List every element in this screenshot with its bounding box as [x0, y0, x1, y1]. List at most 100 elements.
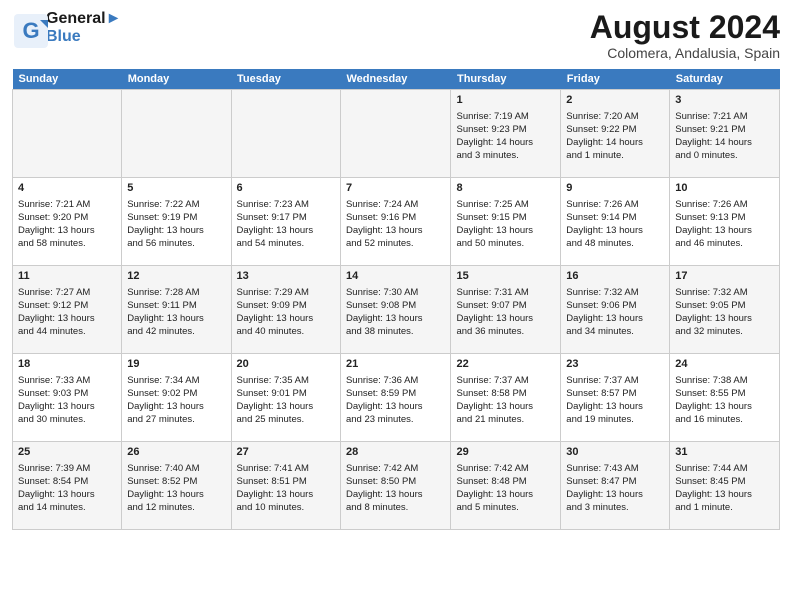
month-year: August 2024 [590, 10, 780, 45]
day-info: Sunrise: 7:27 AM [18, 286, 116, 299]
day-cell-18: 18Sunrise: 7:33 AMSunset: 9:03 PMDayligh… [13, 354, 122, 442]
day-number: 11 [18, 269, 116, 284]
day-info: Sunset: 9:15 PM [456, 211, 555, 224]
day-cell-13: 13 Sunrise: 7:29 AMSunset: 9:09 PMDayligh… [231, 266, 340, 354]
day-info: Sunset: 8:48 PM [456, 475, 555, 488]
day-info: Sunrise: 7:26 AM [675, 198, 774, 211]
day-cell-9: 9Sunrise: 7:26 AMSunset: 9:14 PMDaylight… [561, 178, 670, 266]
day-info: Daylight: 13 hours [127, 488, 225, 501]
day-cell-25: 25Sunrise: 7:39 AMSunset: 8:54 PMDayligh… [13, 442, 122, 530]
day-info: Daylight: 13 hours [346, 488, 446, 501]
day-info: and 32 minutes. [675, 325, 774, 338]
day-info: and 38 minutes. [346, 325, 446, 338]
empty-cell [122, 90, 231, 178]
day-number: 1 [456, 93, 555, 108]
day-info: Sunset: 9:08 PM [346, 299, 446, 312]
day-number: 15 [456, 269, 555, 284]
day-info: Daylight: 13 hours [127, 400, 225, 413]
day-info: and 10 minutes. [237, 501, 335, 514]
day-info: Sunrise: 7:22 AM [127, 198, 225, 211]
day-info: Daylight: 13 hours [566, 312, 664, 325]
day-info: Sunset: 9:11 PM [127, 299, 225, 312]
day-cell-22: 22Sunrise: 7:37 AMSunset: 8:58 PMDayligh… [451, 354, 561, 442]
day-number: 10 [675, 181, 774, 196]
day-info: and 3 minutes. [566, 501, 664, 514]
day-info: Sunset: 8:59 PM [346, 387, 446, 400]
empty-cell [231, 90, 340, 178]
header: G General► Blue August 2024 Colomera, An… [12, 10, 780, 61]
day-number: 29 [456, 445, 555, 460]
day-info: Sunrise: 7:35 AM [237, 374, 335, 387]
week-row-1: 1Sunrise: 7:19 AMSunset: 9:23 PMDaylight… [13, 90, 780, 178]
day-info: and 16 minutes. [675, 413, 774, 426]
day-cell-1: 1Sunrise: 7:19 AMSunset: 9:23 PMDaylight… [451, 90, 561, 178]
day-info: Sunrise: 7:29 AM [237, 286, 335, 299]
day-number: 28 [346, 445, 446, 460]
day-number: 2 [566, 93, 664, 108]
day-number: 13 [237, 269, 335, 284]
day-info: and 34 minutes. [566, 325, 664, 338]
day-info: Sunrise: 7:37 AM [456, 374, 555, 387]
day-number: 30 [566, 445, 664, 460]
day-info: and 56 minutes. [127, 237, 225, 250]
calendar-table: SundayMondayTuesdayWednesdayThursdayFrid… [12, 69, 780, 530]
day-info: Sunrise: 7:34 AM [127, 374, 225, 387]
day-info: Sunset: 9:22 PM [566, 123, 664, 136]
day-cell-17: 17Sunrise: 7:32 AMSunset: 9:05 PMDayligh… [670, 266, 780, 354]
day-number: 12 [127, 269, 225, 284]
day-number: 23 [566, 357, 664, 372]
day-cell-23: 23Sunrise: 7:37 AMSunset: 8:57 PMDayligh… [561, 354, 670, 442]
day-info: Sunrise: 7:21 AM [675, 110, 774, 123]
day-info: Sunrise: 7:20 AM [566, 110, 664, 123]
location: Colomera, Andalusia, Spain [590, 45, 780, 61]
day-cell-10: 10Sunrise: 7:26 AMSunset: 9:13 PMDayligh… [670, 178, 780, 266]
day-cell-11: 11Sunrise: 7:27 AMSunset: 9:12 PMDayligh… [13, 266, 122, 354]
day-info: Sunset: 8:58 PM [456, 387, 555, 400]
day-info: Sunrise: 7:26 AM [566, 198, 664, 211]
day-info: Sunrise: 7:42 AM [346, 462, 446, 475]
day-number: 20 [237, 357, 335, 372]
day-info: and 1 minute. [675, 501, 774, 514]
day-info: and 44 minutes. [18, 325, 116, 338]
logo: G General► Blue [12, 10, 121, 45]
day-info: Sunset: 9:19 PM [127, 211, 225, 224]
day-number: 26 [127, 445, 225, 460]
day-info: and 23 minutes. [346, 413, 446, 426]
day-number: 17 [675, 269, 774, 284]
day-info: Sunrise: 7:31 AM [456, 286, 555, 299]
day-info: Sunset: 8:47 PM [566, 475, 664, 488]
day-header-monday: Monday [122, 69, 231, 90]
day-cell-24: 24Sunrise: 7:38 AMSunset: 8:55 PMDayligh… [670, 354, 780, 442]
day-info: Sunset: 8:55 PM [675, 387, 774, 400]
day-cell-21: 21Sunrise: 7:36 AMSunset: 8:59 PMDayligh… [340, 354, 451, 442]
day-info: Daylight: 13 hours [127, 312, 225, 325]
svg-text:G: G [22, 18, 39, 43]
day-info: Sunrise: 7:38 AM [675, 374, 774, 387]
day-info: Sunset: 8:45 PM [675, 475, 774, 488]
day-info: Sunrise: 7:40 AM [127, 462, 225, 475]
day-info: Sunrise: 7:28 AM [127, 286, 225, 299]
day-info: Sunset: 9:02 PM [127, 387, 225, 400]
day-info: Daylight: 13 hours [566, 488, 664, 501]
day-info: Daylight: 13 hours [675, 488, 774, 501]
day-info: and 12 minutes. [127, 501, 225, 514]
day-number: 4 [18, 181, 116, 196]
day-info: Sunset: 9:12 PM [18, 299, 116, 312]
day-info: Daylight: 13 hours [237, 312, 335, 325]
day-info: and 14 minutes. [18, 501, 116, 514]
day-info: Sunrise: 7:32 AM [566, 286, 664, 299]
day-info: and 30 minutes. [18, 413, 116, 426]
day-info: Daylight: 13 hours [675, 224, 774, 237]
day-info: and 27 minutes. [127, 413, 225, 426]
logo-icon: G [12, 12, 44, 44]
day-info: and 50 minutes. [456, 237, 555, 250]
empty-cell [340, 90, 451, 178]
day-info: Sunset: 9:09 PM [237, 299, 335, 312]
day-info: and 42 minutes. [127, 325, 225, 338]
day-info: Sunrise: 7:25 AM [456, 198, 555, 211]
day-number: 16 [566, 269, 664, 284]
day-info: Daylight: 13 hours [566, 400, 664, 413]
day-info: Sunset: 8:57 PM [566, 387, 664, 400]
day-info: Sunrise: 7:23 AM [237, 198, 335, 211]
week-row-5: 25Sunrise: 7:39 AMSunset: 8:54 PMDayligh… [13, 442, 780, 530]
